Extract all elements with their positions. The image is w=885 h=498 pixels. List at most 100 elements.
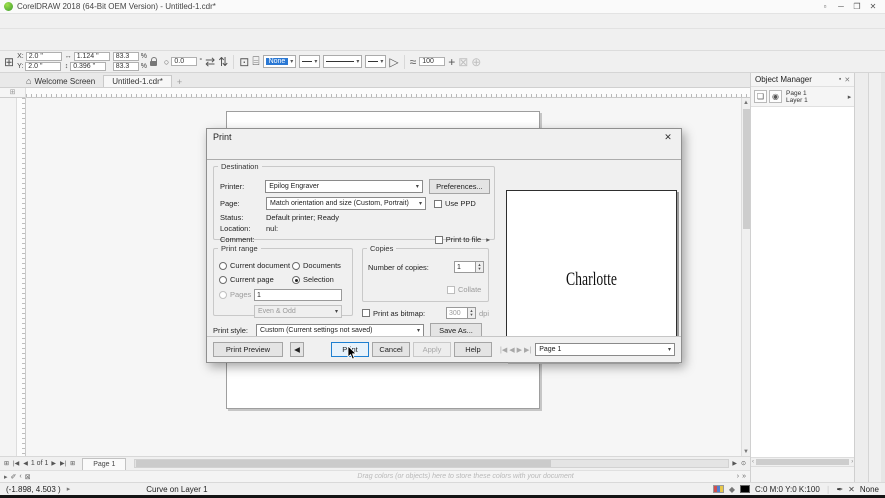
rotation-angle-field[interactable]: 0.0 <box>171 57 198 66</box>
scrollbar-thumb[interactable] <box>756 459 850 465</box>
new-tab-button[interactable]: + <box>172 77 187 87</box>
print-as-bitmap-checkbox[interactable] <box>362 309 370 317</box>
line-style-select[interactable]: ▾ <box>323 55 363 68</box>
edit-across-layers-button[interactable]: ◉ <box>769 90 782 103</box>
current-document-radio[interactable] <box>219 261 227 270</box>
horizontal-ruler[interactable] <box>26 88 750 98</box>
horizontal-scrollbar[interactable] <box>134 459 730 468</box>
minimize-button[interactable]: ─ <box>833 2 849 11</box>
restore-button[interactable]: ❐ <box>849 2 865 11</box>
page-match-select[interactable]: Match orientation and size (Custom, Port… <box>266 197 426 210</box>
cancel-button[interactable]: Cancel <box>372 342 410 357</box>
x-position-field[interactable]: 2.0 " <box>25 52 62 61</box>
outline-width-select[interactable]: None ▾ <box>262 55 297 68</box>
statusbar-flyout-icon[interactable]: ▸ <box>67 485 71 493</box>
apply-button[interactable]: Apply <box>413 342 451 357</box>
first-page-icon[interactable]: |◀ <box>500 346 507 354</box>
even-odd-select[interactable]: Even & Odd ▾ <box>254 305 342 318</box>
printer-select[interactable]: Epilog Engraver ▾ <box>265 180 423 193</box>
vertical-scrollbar[interactable]: ▲ ▼ <box>741 98 750 456</box>
scrollbar-thumb[interactable] <box>136 460 552 467</box>
scroll-right-icon[interactable]: ▶ <box>731 460 738 467</box>
scale-x-field[interactable]: 83.3 <box>112 52 139 61</box>
palette-expand-strip[interactable] <box>881 73 885 482</box>
pages-radio[interactable] <box>219 290 227 299</box>
add-page-before-icon[interactable]: ⊞ <box>3 460 10 467</box>
no-color-well[interactable]: ⊠ <box>25 473 31 481</box>
print-range-group: Print range Current document Documents C… <box>213 244 353 318</box>
vertical-ruler[interactable] <box>17 98 26 456</box>
layer-manager-flyout-icon[interactable]: ▸ <box>848 93 852 101</box>
add-page-after-icon[interactable]: ⊞ <box>69 460 76 467</box>
scroll-down-icon[interactable]: ▼ <box>743 447 749 456</box>
copies-spinner[interactable]: ▲ ▼ <box>476 261 484 273</box>
tray-scroll-left-icon[interactable]: ‹ <box>19 473 21 480</box>
end-arrowhead-select[interactable]: ▾ <box>365 55 387 68</box>
page-navigation-bar: ⊞ |◀ ◀ 1 of 1 ▶ ▶| ⊞ Page 1 ▶ ⊙ <box>0 456 750 470</box>
next-page-icon[interactable]: ▶ <box>517 346 522 354</box>
tray-scroll-right-icon[interactable]: › <box>737 473 739 480</box>
scroll-up-icon[interactable]: ▲ <box>743 98 749 107</box>
collate-checkbox[interactable] <box>447 285 455 294</box>
docker-close-icon[interactable]: ✕ <box>844 76 850 84</box>
lock-ratio-icon[interactable] <box>149 56 157 66</box>
previous-page-icon[interactable]: ◀ <box>22 460 29 467</box>
drawing-canvas[interactable]: ▲ ▼ Print ✕ Destination Printer: Epilog … <box>26 98 750 456</box>
tray-eyedropper-icon[interactable]: ✐ <box>11 473 17 481</box>
start-arrowhead-select[interactable]: ▾ <box>299 55 321 68</box>
tray-flyout-icon[interactable]: ▸ <box>4 473 8 481</box>
print-preview-button[interactable]: Print Preview <box>213 342 283 357</box>
scale-y-field[interactable]: 83.3 <box>112 62 139 71</box>
last-page-icon[interactable]: ▶| <box>524 346 531 354</box>
mirror-vertical-icon[interactable]: ⇅ <box>218 55 228 69</box>
text-wrap-shape-icon[interactable]: ▷ <box>389 55 398 69</box>
docker-flyout-icon[interactable]: ▪ <box>839 76 841 83</box>
wrap-offset-field[interactable]: 100 <box>419 57 446 66</box>
mirror-horizontal-icon[interactable]: ⇄ <box>205 55 215 69</box>
dpi-spinner[interactable]: ▲ ▼ <box>467 307 476 319</box>
number-of-copies-field[interactable]: 1 <box>454 261 476 273</box>
active-page-label: Page 1 <box>786 89 807 97</box>
last-page-icon[interactable]: ▶| <box>59 460 67 467</box>
tab-welcome-screen[interactable]: ⌂ Welcome Screen <box>18 75 103 87</box>
page-grid-icon[interactable]: ⊞ <box>4 55 14 69</box>
zoom-corner-icon[interactable]: ⊙ <box>740 460 747 467</box>
scroll-right-icon[interactable]: › <box>851 459 853 465</box>
close-button[interactable]: ✕ <box>865 2 881 11</box>
scroll-left-icon[interactable]: ‹ <box>752 459 754 465</box>
wrap-text-icon[interactable]: ⌸ <box>252 54 259 69</box>
color-profile-icon[interactable] <box>712 485 724 493</box>
print-to-file-flyout-icon[interactable]: ▸ <box>486 235 490 244</box>
show-object-properties-button[interactable]: ❏ <box>754 90 767 103</box>
object-height-field[interactable]: 0.396 " <box>70 62 107 71</box>
next-page-icon[interactable]: ▶ <box>50 460 57 467</box>
object-width-field[interactable]: 1.124 " <box>73 52 110 61</box>
ruler-origin-box[interactable]: ⊞ <box>0 88 26 98</box>
preview-page-select[interactable]: Page 1 ▾ <box>535 343 675 356</box>
tab-document[interactable]: Untitled-1.cdr* <box>103 75 172 87</box>
print-dialog-titlebar[interactable]: Print ✕ <box>207 129 681 145</box>
pages-field[interactable]: 1 <box>254 289 342 301</box>
help-button[interactable]: Help <box>454 342 492 357</box>
previous-page-icon[interactable]: ◀ <box>509 346 514 354</box>
y-position-field[interactable]: 2.0 " <box>25 62 62 71</box>
first-page-icon[interactable]: |◀ <box>12 460 20 467</box>
preferences-button[interactable]: Preferences... <box>428 179 490 194</box>
print-to-file-checkbox[interactable] <box>434 235 443 244</box>
destination-group: Destination Printer: Epilog Engraver ▾ Pr… <box>213 162 495 244</box>
current-page-radio[interactable] <box>219 275 227 284</box>
increase-icon[interactable]: + <box>448 55 455 69</box>
dpi-field[interactable]: 300 <box>445 307 468 319</box>
use-ppd-checkbox[interactable] <box>434 199 442 208</box>
documents-radio[interactable] <box>292 261 300 270</box>
selection-radio[interactable] <box>292 275 300 284</box>
page-tab[interactable]: Page 1 <box>82 457 127 470</box>
tray-expand-icon[interactable]: » <box>742 473 746 480</box>
mini-preview-toggle-button[interactable]: ◀ <box>290 342 304 357</box>
dialog-close-icon[interactable]: ✕ <box>661 132 675 143</box>
help-window-icon[interactable]: ▫ <box>817 2 833 11</box>
scrollbar-thumb[interactable] <box>742 109 750 229</box>
fill-color-swatch[interactable] <box>739 485 750 493</box>
object-properties-icon[interactable]: ⊡ <box>239 55 249 69</box>
object-manager-hscrollbar[interactable]: ‹ › <box>751 457 855 466</box>
